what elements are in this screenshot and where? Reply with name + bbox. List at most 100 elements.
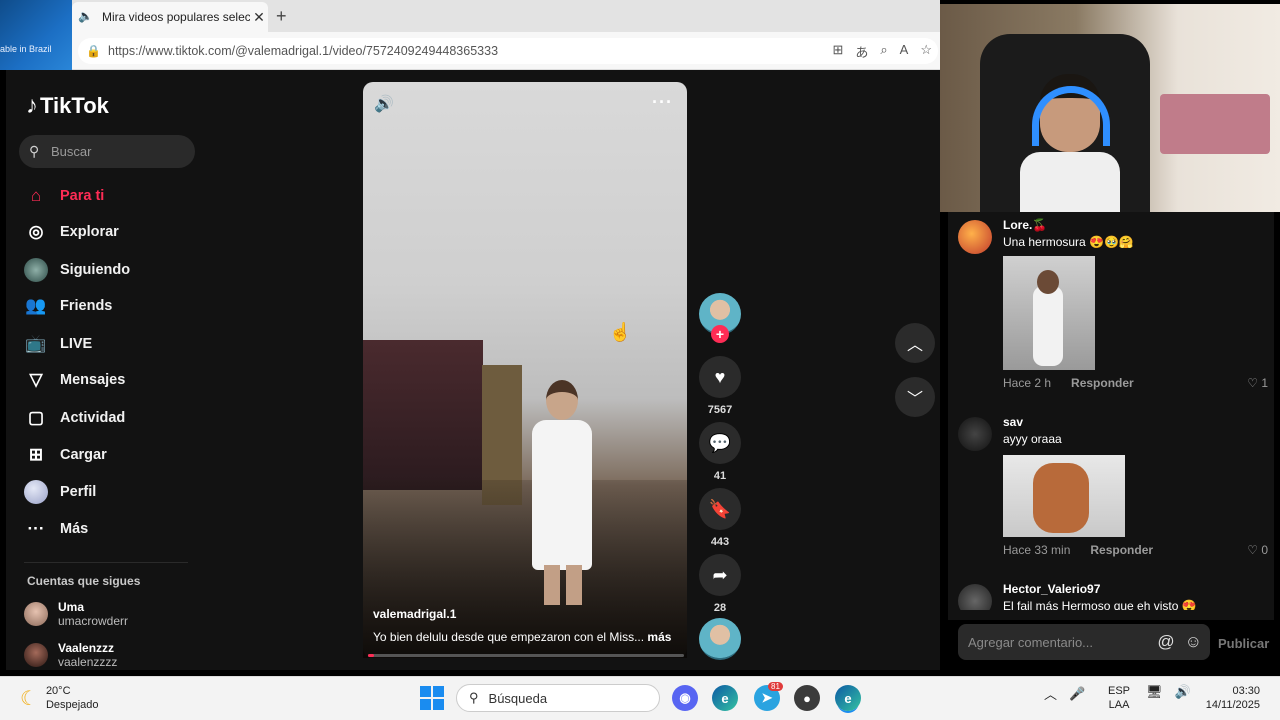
next-video-button[interactable]: ﹀ (895, 377, 935, 417)
temperature: 20°C (45, 685, 71, 697)
nav-item-para-ti[interactable]: ⌂ Para ti (24, 181, 194, 211)
nav-item-cargar[interactable]: ⊞ Cargar (24, 440, 194, 470)
search-input[interactable]: ⚲ Buscar (19, 135, 195, 168)
volume-icon[interactable]: 🔊 (374, 94, 394, 114)
lang-code: ESP (1108, 685, 1131, 697)
nav-item-mas[interactable]: ··· Más (24, 514, 194, 544)
video-scene-wall (363, 340, 483, 490)
comment-like[interactable]: ♡ 0 (1247, 543, 1268, 557)
comment-like[interactable]: ♡ 1 (1247, 376, 1268, 390)
lock-icon[interactable]: 🔒 (86, 44, 108, 58)
comment-text: Una hermosura 😍🥹🤗 (1003, 235, 1134, 249)
tiktok-logo[interactable]: ♪ TikTok (26, 92, 109, 120)
taskbar-search[interactable]: ⚲ Búsqueda (456, 684, 660, 712)
comment-author[interactable]: Lore.🍒 (1003, 218, 1047, 232)
new-tab-button[interactable]: + (276, 6, 287, 27)
comment-input[interactable]: Agregar comentario... @ ☺ (958, 624, 1210, 660)
discord-app-icon[interactable]: ◉ (672, 685, 698, 711)
comment-time: Hace 2 h (1003, 376, 1052, 390)
comment-image[interactable] (1003, 256, 1095, 370)
network-sound-tray[interactable]: 🖥 🔊 (1146, 684, 1191, 700)
save-button[interactable]: 🔖 443 (698, 488, 742, 548)
avatar[interactable] (958, 220, 992, 254)
favorite-star-icon[interactable]: ☆ (920, 42, 932, 61)
tiktok-note-icon: ♪ (26, 92, 38, 119)
video-username[interactable]: valemadrigal.1 (373, 607, 456, 621)
comment-author[interactable]: sav (1003, 415, 1023, 429)
zoom-icon[interactable]: ⌕ (880, 42, 887, 61)
nav-item-mensajes[interactable]: ▽ Mensajes (24, 365, 194, 395)
nav-label: Friends (60, 298, 113, 314)
comment-item: Hector_Valerio97 El fail más Hermoso que… (958, 582, 1268, 610)
clock-time: 03:30 (1232, 685, 1260, 697)
upload-icon: ⊞ (28, 445, 44, 464)
following-account[interactable]: Vaalenzzz vaalenzzzz (24, 641, 117, 669)
close-tab-icon[interactable]: ✕ (250, 9, 268, 26)
avatar (24, 643, 48, 667)
more-options-icon[interactable]: ··· (652, 92, 673, 113)
side-window-thumbnail[interactable]: able in Brazil (0, 0, 72, 70)
url-text[interactable]: https://www.tiktok.com/@valemadrigal.1/v… (108, 44, 832, 58)
chevron-down-icon: ﹀ (906, 391, 923, 408)
nav-item-explorar[interactable]: ◎ Explorar (24, 217, 194, 247)
like-button[interactable]: ♥ 7567 (698, 356, 742, 416)
avatar[interactable] (958, 417, 992, 451)
comment-text: El fail más Hermoso que eh visto 😍 (1003, 599, 1197, 610)
nav-item-perfil[interactable]: Perfil (24, 477, 194, 507)
language-indicator[interactable]: ESP LAA (1108, 684, 1130, 712)
edge-active-app-icon[interactable]: e (835, 685, 861, 711)
nav-item-actividad[interactable]: ▢ Actividad (24, 403, 194, 433)
hand-cursor-icon: ☝ (609, 322, 632, 342)
video-progress-bar[interactable] (368, 654, 684, 657)
translate-icon[interactable]: あ (855, 42, 868, 61)
emoji-icon[interactable]: ☺ (1185, 632, 1202, 652)
tab-title: Mira videos populares selecc (102, 10, 250, 24)
publish-button[interactable]: Publicar (1218, 636, 1269, 651)
lang-layout: LAA (1108, 699, 1130, 711)
progress-fill (368, 654, 375, 657)
comment-author[interactable]: Hector_Valerio97 (1003, 582, 1100, 596)
apps-icon[interactable]: ⊞ (832, 42, 843, 61)
obs-app-icon[interactable]: ● (794, 685, 820, 711)
comment-item: sav ayyy oraaa Hace 33 min Responder ♡ 0 (958, 415, 1268, 565)
avatar[interactable] (958, 584, 992, 610)
music-disc-avatar[interactable] (699, 618, 741, 660)
comment-button[interactable]: 💬 41 (698, 422, 742, 482)
browser-tab[interactable]: 🔈 Mira videos populares selecc ✕ (72, 2, 268, 32)
messages-icon: ▽ (29, 370, 43, 389)
share-button[interactable]: ➦ 28 (698, 554, 742, 614)
compass-icon: ◎ (28, 222, 44, 241)
chevron-up-icon[interactable]: ︿ (1044, 684, 1057, 703)
taskbar-search-text: Búsqueda (488, 690, 548, 706)
nav-item-friends[interactable]: 👥 Friends (24, 291, 194, 321)
live-icon: 📺 (25, 334, 47, 353)
edge-app-icon[interactable]: e (712, 685, 738, 711)
previous-video-button[interactable]: ︿ (895, 323, 935, 363)
activity-icon: ▢ (27, 408, 45, 427)
chevron-up-icon: ︿ (906, 337, 923, 354)
reply-button[interactable]: Responder (1090, 543, 1153, 557)
microphone-icon[interactable]: 🎤 (1069, 686, 1085, 702)
nav-label: Actividad (60, 410, 126, 426)
like-count: 7567 (707, 404, 733, 416)
mention-icon[interactable]: @ (1157, 632, 1174, 652)
account-name: Uma (58, 600, 85, 614)
comment-icon: 💬 (699, 422, 741, 464)
comment-image[interactable] (1003, 455, 1125, 537)
comment-like-count: 1 (1261, 376, 1268, 390)
nav-item-siguiendo[interactable]: Siguiendo (24, 255, 194, 285)
more-link[interactable]: más (647, 630, 671, 644)
start-button[interactable] (420, 686, 444, 710)
nav-label: LIVE (60, 336, 93, 352)
comment-meta: Hace 33 min Responder ♡ 0 (1003, 543, 1268, 557)
comment-time: Hace 33 min (1003, 543, 1071, 557)
address-bar[interactable]: 🔒 https://www.tiktok.com/@valemadrigal.1… (78, 38, 938, 64)
weather-widget[interactable]: ☾ 20°C Despejado (20, 684, 99, 712)
description-text: Yo bien delulu desde que empezaron con e… (373, 630, 645, 644)
clock[interactable]: 03:30 14/11/2025 (1198, 684, 1260, 712)
read-aloud-icon[interactable]: A (900, 42, 909, 61)
reply-button[interactable]: Responder (1071, 376, 1134, 390)
following-account[interactable]: Uma umacrowderr (24, 600, 128, 628)
nav-item-live[interactable]: 📺 LIVE (24, 329, 194, 359)
follow-plus-icon[interactable]: + (711, 325, 729, 343)
